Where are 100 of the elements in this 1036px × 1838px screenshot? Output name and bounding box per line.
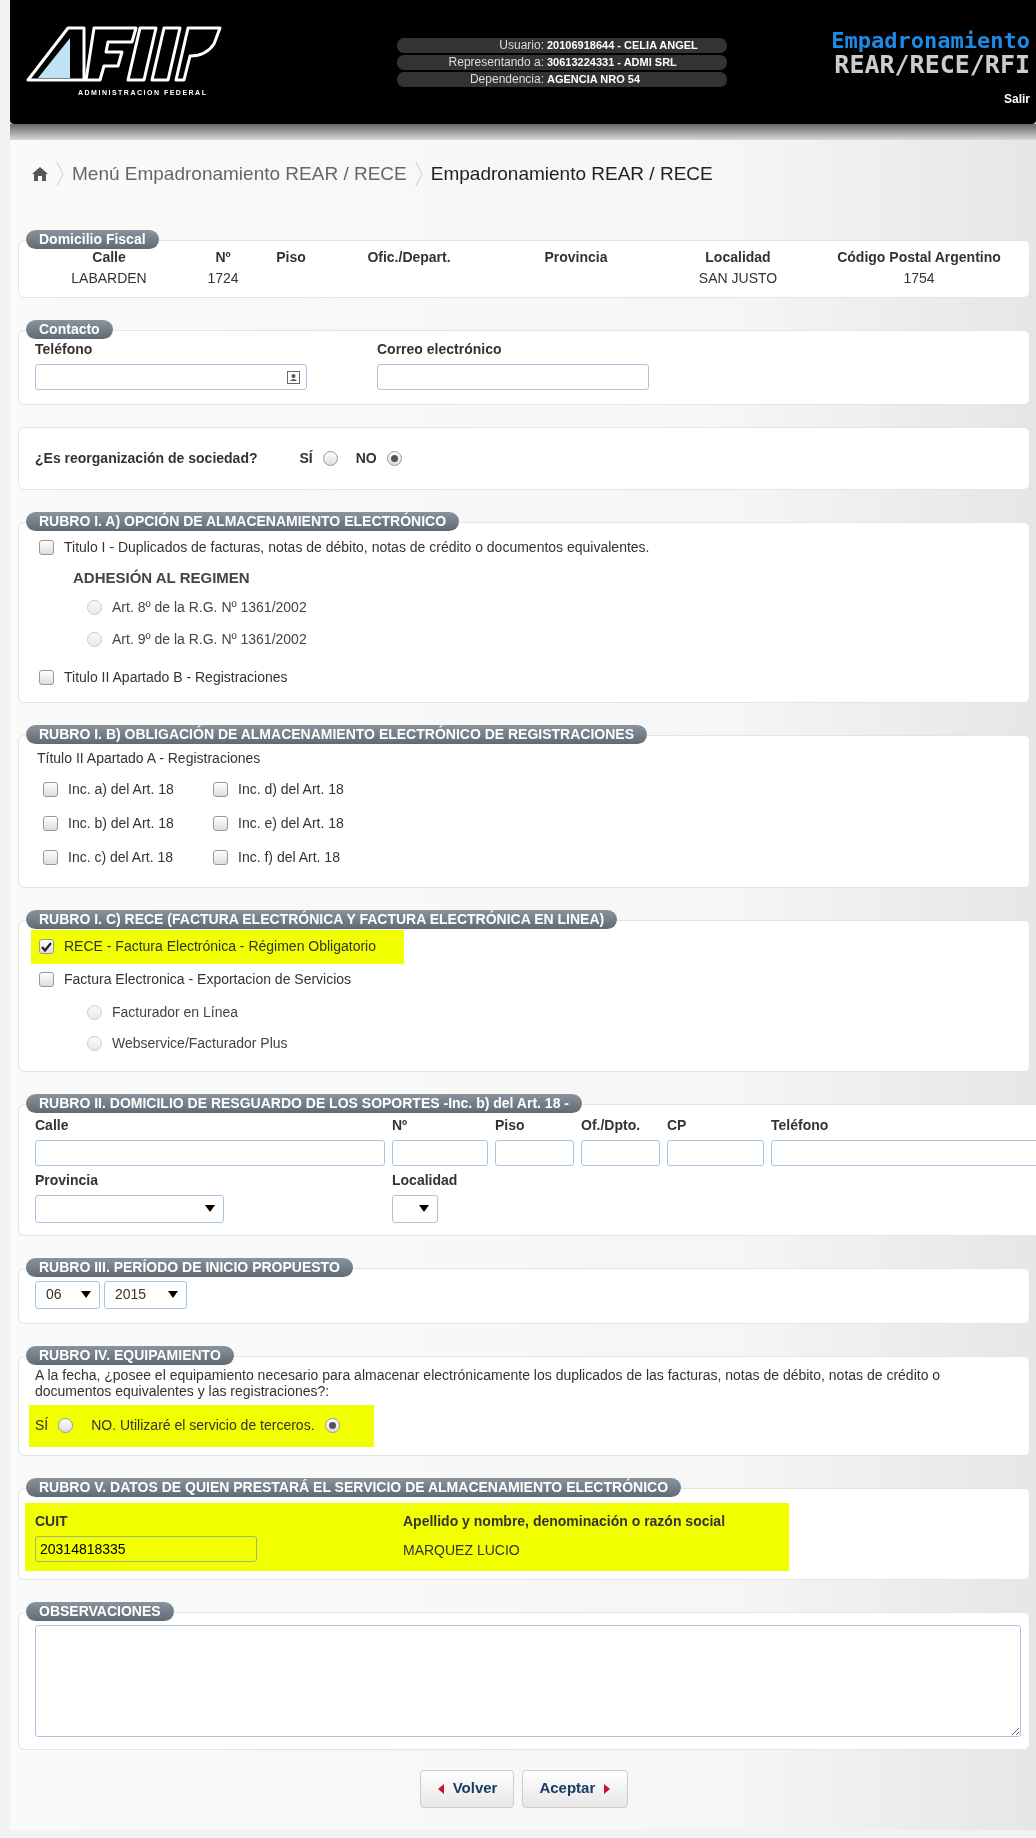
option-label: Inc. d) del Art. 18 (238, 780, 344, 799)
section-title: Contacto (26, 320, 113, 339)
chevron-icon (414, 161, 423, 187)
column-label: Localidad (704, 248, 772, 267)
info-label: Representando a: (447, 55, 545, 70)
group-heading: ADHESIÓN AL REGIMEN (73, 568, 251, 588)
option-label: Art. 9º de la R.G. Nº 1361/2002 (112, 630, 307, 649)
column-label: Ofic./Depart. (366, 248, 452, 267)
email-field[interactable] (377, 364, 649, 390)
section-title: RUBRO I. A) OPCIÓN DE ALMACENAMIENTO ELECTRÓNICO (26, 512, 460, 531)
checkbox[interactable] (39, 670, 54, 685)
caret-icon (419, 1203, 429, 1214)
option-label: SÍ (299, 449, 313, 468)
section-title: RUBRO I. B) OBLIGACIÓN DE ALMACENAMIENTO ELECTRÓNICO DE REGISTRACIONES (26, 724, 647, 744)
option-label: RECE - Factura Electrónica - Régimen Obligatorio (64, 937, 376, 956)
caret-icon (81, 1289, 91, 1300)
radio-button[interactable] (386, 451, 402, 466)
question-text: ¿Es reorganización de sociedad? (35, 449, 258, 468)
radio-button[interactable] (322, 451, 338, 466)
field-label: Calle (35, 1115, 70, 1135)
checkbox[interactable] (39, 939, 54, 954)
input-field[interactable] (771, 1139, 1036, 1166)
dropdown-value: 2015 (115, 1285, 147, 1304)
home-icon[interactable] (32, 167, 48, 181)
info-value: AGENCIA NRO 54 (547, 72, 641, 87)
subsection-label: Título II Apartado A - Registraciones (37, 748, 262, 768)
field-label: Nº (392, 1115, 409, 1135)
option-label: Inc. c) del Art. 18 (68, 848, 174, 867)
field-label: Correo electrónico (377, 340, 503, 359)
column-label: Calle (91, 248, 127, 267)
input-field[interactable] (667, 1139, 764, 1166)
checkbox[interactable] (213, 850, 228, 865)
checkbox[interactable] (39, 972, 54, 987)
caret-icon (205, 1203, 215, 1214)
section-title: OBSERVACIONES (26, 1601, 174, 1621)
field-label: Provincia (35, 1170, 100, 1190)
question-text: A la fecha, ¿posee el equipamiento necesario para almacenar electrónicamente los duplicados de las facturas, notas de débito, notas de crédito o documentos equivalentes y las registraciones?: (34, 1366, 942, 1399)
option-label: Inc. b) del Art. 18 (68, 814, 174, 833)
dropdown[interactable]: 2015 (104, 1280, 187, 1309)
option-label: Inc. f) del Art. 18 (238, 848, 340, 867)
option-label: NO. Utilizaré el servicio de terceros. (91, 1416, 315, 1435)
logout-link[interactable]: Salir (1004, 90, 1030, 108)
breadcrumb-current: Empadronamiento REAR / RECE (430, 161, 713, 186)
checkbox[interactable] (213, 816, 228, 831)
column-label: Provincia (543, 248, 609, 267)
input-field[interactable] (35, 1139, 385, 1166)
app-title: Empadronamiento (831, 30, 1030, 52)
contact-card-icon (287, 370, 300, 384)
section-title: RUBRO II. DOMICILIO DE RESGUARDO DE LOS SOPORTES -Inc. b) del Art. 18 - (26, 1093, 582, 1113)
caret-icon (603, 1783, 612, 1794)
section-title: RUBRO I. C) RECE (FACTURA ELECTRÓNICA Y FACTURA ELECTRÓNICA EN LINEA) (26, 909, 618, 929)
name-value: MARQUEZ LUCIO (403, 1540, 521, 1560)
section-title: Domicilio Fiscal (26, 230, 159, 249)
option-label: SÍ (35, 1416, 49, 1435)
checkbox[interactable] (43, 816, 58, 831)
option-label: Titulo I - Duplicados de facturas, notas de débito, notas de crédito o documentos equivalentes. (64, 537, 650, 557)
accept-button[interactable]: Aceptar (522, 1769, 629, 1808)
field-label: Of./Dpto. (581, 1115, 642, 1135)
section-title: RUBRO IV. EQUIPAMIENTO (26, 1345, 234, 1365)
info-value: 30613224331 - ADMI SRL (547, 55, 677, 70)
option-label: Art. 8º de la R.G. Nº 1361/2002 (112, 598, 307, 617)
field-label: Teléfono (35, 340, 94, 359)
app-subtitle: REAR/RECE/RFI (834, 52, 1030, 78)
info-value: 20106918644 - CELIA ANGEL (547, 38, 698, 53)
input-field[interactable] (581, 1139, 660, 1166)
input-field[interactable] (495, 1139, 574, 1166)
cuit-field[interactable]: 20314818335 (35, 1535, 257, 1562)
info-label: Dependencia: (468, 72, 545, 87)
column-label: Nº (214, 248, 232, 267)
back-button[interactable]: Volver (419, 1769, 515, 1808)
checkbox[interactable] (43, 850, 58, 865)
phone-field[interactable] (35, 364, 307, 390)
field-label: Localidad (392, 1170, 459, 1190)
radio-button[interactable] (58, 1418, 74, 1433)
field-label: Teléfono (771, 1115, 830, 1135)
dropdown[interactable] (392, 1194, 438, 1223)
section-title: RUBRO III. PERÍODO DE INICIO PROPUESTO (26, 1257, 353, 1277)
field-label: Piso (495, 1115, 526, 1135)
column-value: 1754 (902, 269, 936, 288)
breadcrumb-link[interactable]: Menú Empadronamiento REAR / RECE (72, 159, 407, 189)
field-label: CUIT (35, 1511, 69, 1531)
checkbox[interactable] (39, 539, 54, 555)
column-value: 1724 (206, 269, 240, 288)
dropdown[interactable]: 06 (35, 1280, 100, 1309)
checkbox[interactable] (213, 782, 228, 797)
option-label: Facturador en Línea (112, 1003, 239, 1022)
column-label: Código Postal Argentino (836, 248, 1002, 267)
caret-icon (168, 1289, 178, 1300)
field-label: CP (667, 1115, 688, 1135)
checkbox[interactable] (43, 782, 58, 797)
section-title: RUBRO V. DATOS DE QUIEN PRESTARÁ EL SERVICIO DE ALMACENAMIENTO ELECTRÓNICO (26, 1477, 682, 1497)
option-label: Titulo II Apartado B - Registraciones (64, 668, 288, 687)
observations-field[interactable] (35, 1624, 1021, 1737)
caret-icon (436, 1783, 445, 1794)
dropdown-value: 06 (46, 1285, 62, 1304)
radio-button[interactable] (324, 1418, 340, 1433)
option-label: Factura Electronica - Exportacion de Servicios (64, 970, 352, 989)
input-field[interactable] (392, 1139, 488, 1166)
column-label: Piso (275, 248, 307, 267)
option-label: Webservice/Facturador Plus (112, 1034, 288, 1053)
